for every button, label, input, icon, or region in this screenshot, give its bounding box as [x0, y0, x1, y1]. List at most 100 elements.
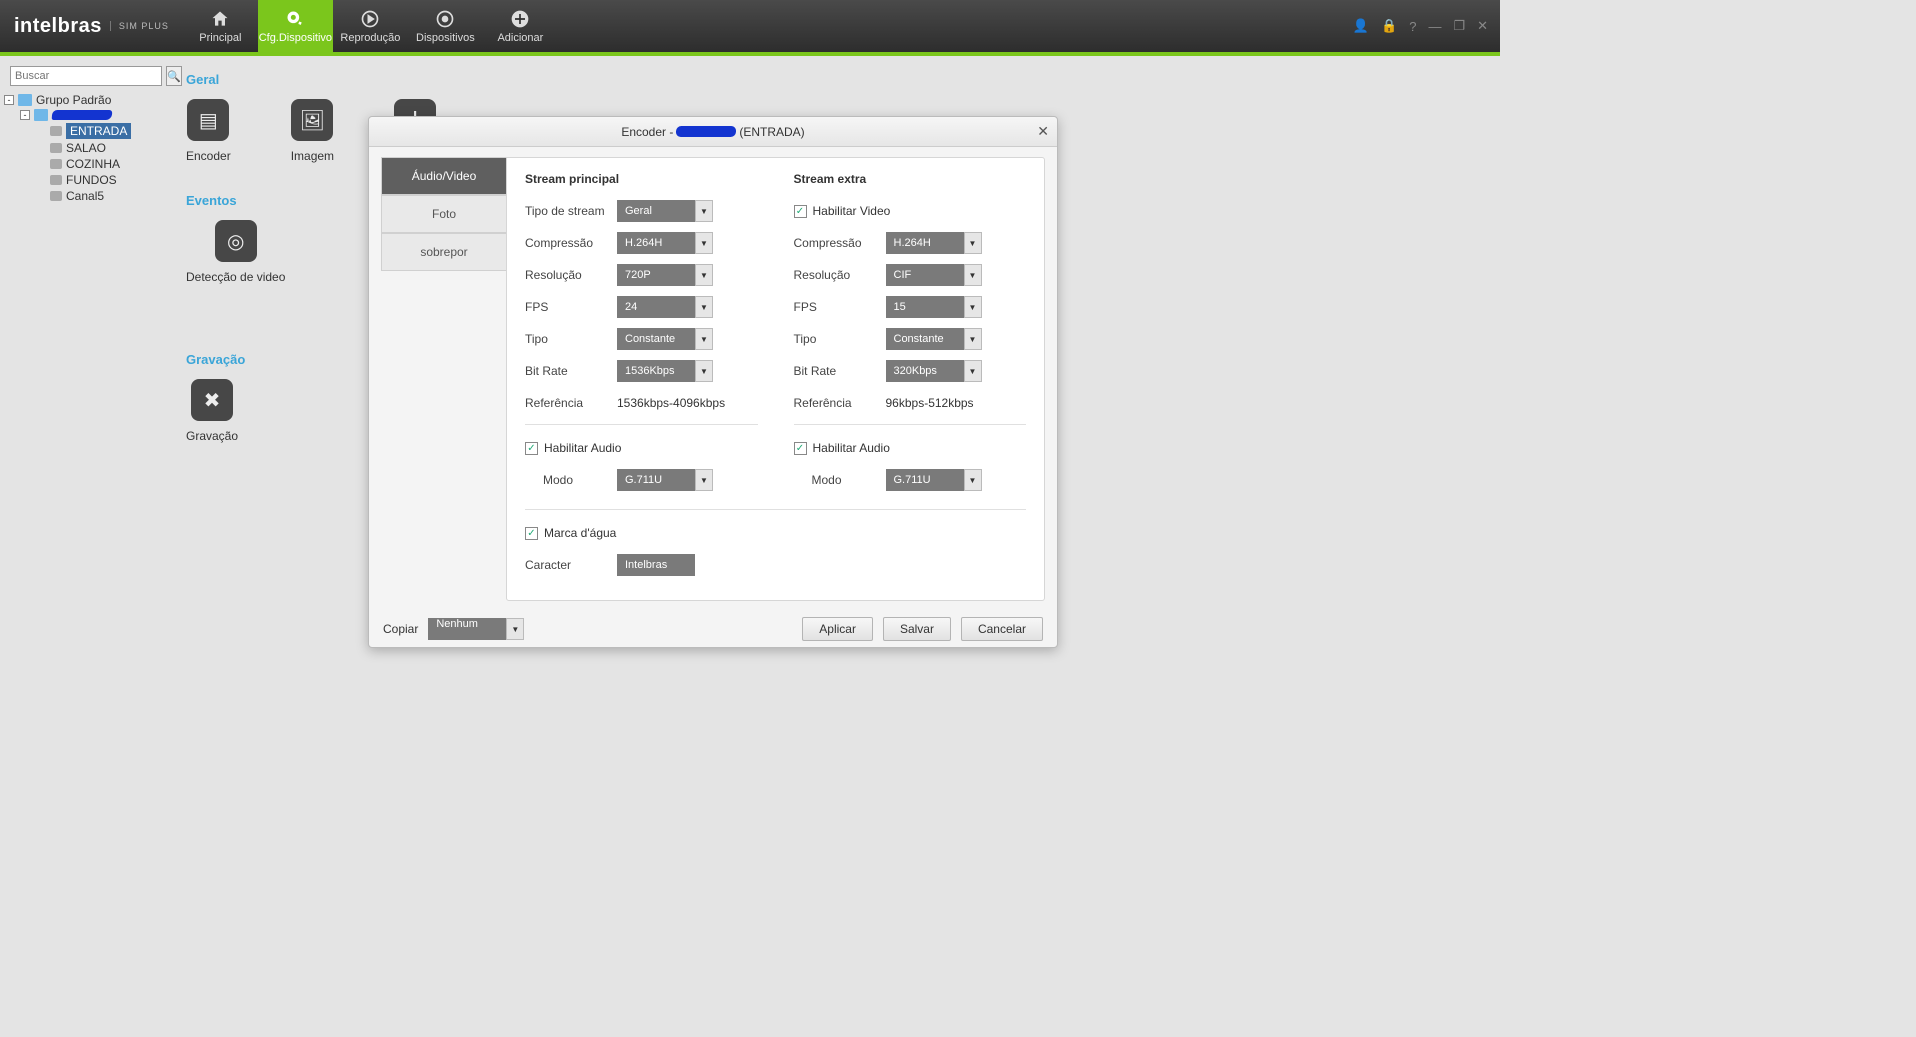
chevron-down-icon[interactable]: ▼ [964, 232, 982, 254]
marca-dagua-checkbox[interactable]: ✓ [525, 527, 538, 540]
tipo-extra-select[interactable]: Constante▼ [886, 328, 982, 350]
chevron-down-icon[interactable]: ▼ [964, 328, 982, 350]
record-icon [434, 8, 456, 30]
tree-channel-salao[interactable]: SALAO [4, 140, 166, 156]
chevron-down-icon[interactable]: ▼ [695, 264, 713, 286]
copiar-select[interactable]: Nenhum▼ [428, 618, 524, 640]
label: Compressão [525, 236, 617, 250]
lock-icon[interactable]: 🔒 [1381, 18, 1397, 34]
tile-gravacao[interactable]: ✖ Gravação [186, 379, 238, 443]
bitrate-extra-select[interactable]: 320Kbps▼ [886, 360, 982, 382]
compressao-extra-select[interactable]: H.264H▼ [886, 232, 982, 254]
habilitar-video-checkbox[interactable]: ✓ [794, 205, 807, 218]
habilitar-audio-extra-checkbox[interactable]: ✓ [794, 442, 807, 455]
collapse-icon[interactable]: - [20, 110, 30, 120]
modo-select[interactable]: G.711U▼ [617, 469, 713, 491]
label: FPS [794, 300, 886, 314]
tile-encoder[interactable]: ▤ Encoder [186, 99, 231, 163]
label: Bit Rate [525, 364, 617, 378]
chevron-down-icon[interactable]: ▼ [964, 296, 982, 318]
chevron-down-icon[interactable]: ▼ [695, 360, 713, 382]
camera-icon [50, 175, 62, 185]
dialog-tabs: Áudio/Video Foto sobrepor [381, 157, 506, 601]
tree-channel-fundos[interactable]: FUNDOS [4, 172, 166, 188]
nav-dispositivos[interactable]: Dispositivos [408, 0, 483, 52]
search-input[interactable] [10, 66, 162, 86]
help-icon[interactable]: ? [1409, 19, 1416, 34]
nav-principal[interactable]: Principal [183, 0, 258, 52]
select-value: H.264H [617, 232, 695, 254]
maximize-icon[interactable]: ❐ [1453, 18, 1465, 34]
cancelar-button[interactable]: Cancelar [961, 617, 1043, 641]
chevron-down-icon[interactable]: ▼ [695, 469, 713, 491]
nav-reproducao[interactable]: Reprodução [333, 0, 408, 52]
tipo-select[interactable]: Constante▼ [617, 328, 713, 350]
tab-foto[interactable]: Foto [381, 195, 506, 233]
resolucao-select[interactable]: 720P▼ [617, 264, 713, 286]
tree-channel-canal5[interactable]: Canal5 [4, 188, 166, 204]
chevron-down-icon[interactable]: ▼ [695, 232, 713, 254]
document-icon: ▤ [187, 99, 229, 141]
close-icon[interactable]: ✕ [1477, 18, 1488, 34]
encoder-dialog: Encoder - (ENTRADA) ✕ Áudio/Video Foto s… [368, 116, 1058, 648]
tree-channel-cozinha[interactable]: COZINHA [4, 156, 166, 172]
fps-select[interactable]: 24▼ [617, 296, 713, 318]
chevron-down-icon[interactable]: ▼ [964, 264, 982, 286]
label: Modo [525, 473, 617, 487]
user-icon[interactable]: 👤 [1353, 18, 1369, 34]
bitrate-select[interactable]: 1536Kbps▼ [617, 360, 713, 382]
chevron-down-icon[interactable]: ▼ [695, 296, 713, 318]
chevron-down-icon[interactable]: ▼ [964, 469, 982, 491]
col-heading: Stream extra [794, 172, 1027, 186]
tree-label: Canal5 [66, 189, 104, 203]
brand-sub: SIM PLUS [110, 21, 169, 31]
compressao-select[interactable]: H.264H▼ [617, 232, 713, 254]
tree-label: FUNDOS [66, 173, 117, 187]
device-tree-sidebar: 🔍 - Grupo Padrão - ENTRADA SALAO [0, 56, 170, 812]
tile-imagem[interactable]: 🖼 Imagem [291, 99, 334, 163]
tree-device[interactable]: - [4, 108, 166, 122]
camera-icon [50, 191, 62, 201]
salvar-button[interactable]: Salvar [883, 617, 951, 641]
chevron-down-icon[interactable]: ▼ [964, 360, 982, 382]
nav-adicionar[interactable]: Adicionar [483, 0, 558, 52]
tab-sobrepor[interactable]: sobrepor [381, 233, 506, 271]
select-value: 320Kbps [886, 360, 964, 382]
image-icon: 🖼 [291, 99, 333, 141]
tree-channel-entrada[interactable]: ENTRADA [4, 122, 166, 140]
label: Tipo [794, 332, 886, 346]
resolucao-extra-select[interactable]: CIF▼ [886, 264, 982, 286]
stream-principal: Stream principal Tipo de stream Geral▼ C… [525, 172, 758, 501]
label: Compressão [794, 236, 886, 250]
label: Resolução [525, 268, 617, 282]
ref-value: 1536kbps-4096kbps [617, 396, 725, 410]
label: Bit Rate [794, 364, 886, 378]
tree-group[interactable]: - Grupo Padrão [4, 92, 166, 108]
dialog-close-icon[interactable]: ✕ [1037, 123, 1049, 140]
chevron-down-icon[interactable]: ▼ [695, 200, 713, 222]
aplicar-button[interactable]: Aplicar [802, 617, 873, 641]
nav-label: Principal [199, 32, 241, 44]
collapse-icon[interactable]: - [4, 95, 14, 105]
tab-audio-video[interactable]: Áudio/Video [381, 157, 506, 195]
minimize-icon[interactable]: — [1428, 19, 1441, 34]
select-value: 1536Kbps [617, 360, 695, 382]
checkbox-label: Habilitar Audio [813, 441, 890, 455]
chevron-down-icon[interactable]: ▼ [506, 618, 524, 640]
tile-deteccao[interactable]: ◎ Detecção de video [186, 220, 285, 284]
nav-cfg-dispositivo[interactable]: Cfg.Dispositivo [258, 0, 333, 52]
tipo-stream-select[interactable]: Geral▼ [617, 200, 713, 222]
chevron-down-icon[interactable]: ▼ [695, 328, 713, 350]
select-value: H.264H [886, 232, 964, 254]
modo-extra-select[interactable]: G.711U▼ [886, 469, 982, 491]
dialog-footer: Copiar Nenhum▼ Aplicar Salvar Cancelar [369, 611, 1057, 647]
brand: intelbras SIM PLUS [0, 0, 183, 52]
nav-label: Dispositivos [416, 32, 475, 44]
label: Tipo [525, 332, 617, 346]
fps-extra-select[interactable]: 15▼ [886, 296, 982, 318]
habilitar-audio-checkbox[interactable]: ✓ [525, 442, 538, 455]
caracter-input[interactable] [617, 554, 695, 576]
label: Caracter [525, 558, 617, 572]
redacted-label [52, 110, 113, 120]
select-value: 720P [617, 264, 695, 286]
